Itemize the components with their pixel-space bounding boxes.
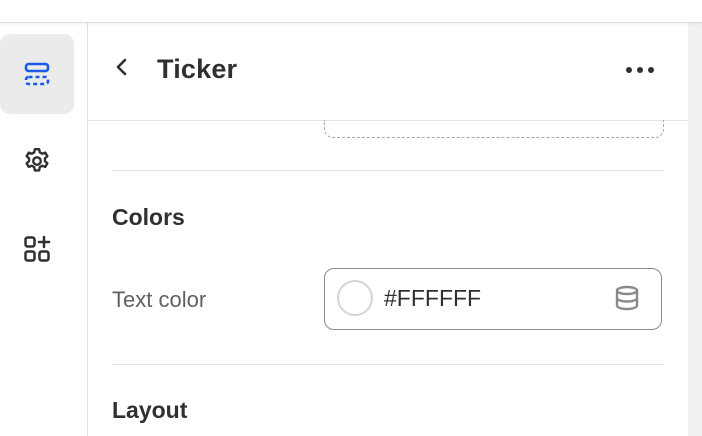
chevron-left-icon xyxy=(112,57,132,82)
page-title: Ticker xyxy=(157,54,238,84)
sidebar-rail xyxy=(0,23,88,436)
back-button[interactable] xyxy=(110,57,134,81)
text-color-label: Text color xyxy=(112,287,207,312)
sidebar-item-settings[interactable] xyxy=(0,121,74,201)
top-bar xyxy=(0,0,702,23)
layout-section-title: Layout xyxy=(112,397,188,423)
color-swatch[interactable] xyxy=(337,280,373,316)
dynamic-source-button[interactable] xyxy=(612,285,642,315)
section-divider xyxy=(112,170,664,171)
settings-panel: Ticker Colors Text color #FFFFFF Layout xyxy=(88,23,688,436)
more-actions-button[interactable] xyxy=(620,58,660,82)
sidebar-item-sections[interactable] xyxy=(0,34,74,114)
text-color-value[interactable]: #FFFFFF xyxy=(384,285,481,312)
sidebar-item-apps[interactable] xyxy=(0,209,74,289)
text-color-field[interactable]: #FFFFFF xyxy=(324,268,662,330)
image-picker-placeholder[interactable] xyxy=(324,120,664,138)
apps-add-icon xyxy=(22,234,52,264)
ellipsis-icon xyxy=(624,61,656,79)
gear-icon xyxy=(22,146,52,176)
panel-header: Ticker xyxy=(88,23,688,121)
sections-icon xyxy=(22,59,52,89)
panel-scrollbar[interactable] xyxy=(688,23,702,436)
database-icon xyxy=(613,284,641,317)
colors-section-title: Colors xyxy=(112,204,185,230)
section-divider xyxy=(112,364,664,365)
